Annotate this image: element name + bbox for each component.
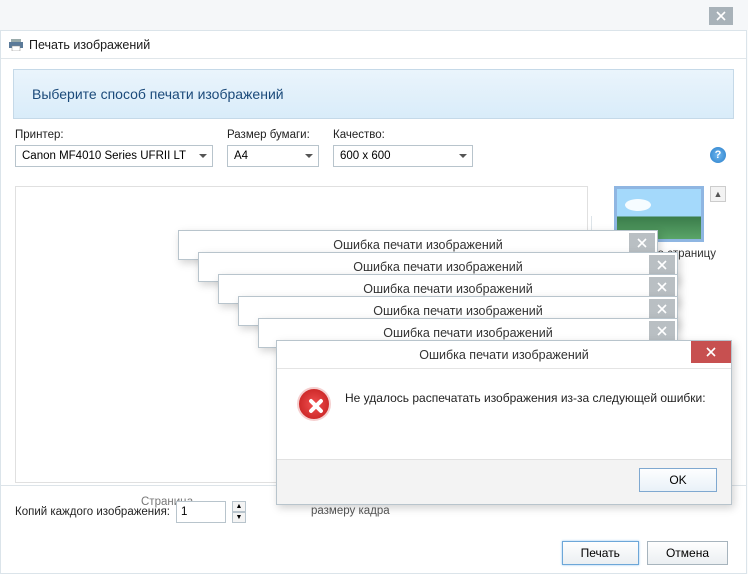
paper-label: Размер бумаги: (227, 129, 319, 141)
error-title: Ошибка печати изображений (383, 326, 553, 340)
close-icon[interactable] (649, 321, 675, 341)
cancel-button[interactable]: Отмена (647, 541, 728, 565)
window-title: Печать изображений (29, 38, 150, 52)
instruction-text: Выберите способ печати изображений (32, 86, 284, 102)
quality-label: Качество: (333, 129, 473, 141)
quality-select[interactable]: 600 x 600 (333, 145, 473, 167)
fit-label: размеру кадра (311, 505, 390, 517)
error-title: Ошибка печати изображений (333, 238, 503, 252)
error-dialog: Ошибка печати изображений Не удалось рас… (276, 340, 732, 505)
error-title: Ошибка печати изображений (373, 304, 543, 318)
print-options-row: Принтер: Canon MF4010 Series UFRII LT Ра… (1, 119, 746, 173)
copies-label: Копий каждого изображения: (15, 506, 170, 518)
print-button[interactable]: Печать (562, 541, 639, 565)
error-titlebar: Ошибка печати изображений (277, 341, 731, 369)
scroll-up-button[interactable]: ▲ (710, 186, 726, 202)
error-title: Ошибка печати изображений (363, 282, 533, 296)
copies-input[interactable] (176, 501, 226, 523)
error-message: Не удалось распечатать изображения из-за… (345, 387, 706, 405)
help-icon[interactable]: ? (710, 147, 726, 163)
window-titlebar: Печать изображений (1, 31, 746, 59)
printer-select[interactable]: Canon MF4010 Series UFRII LT (15, 145, 213, 167)
close-icon[interactable] (629, 233, 655, 253)
instruction-banner: Выберите способ печати изображений (13, 69, 734, 119)
error-title: Ошибка печати изображений (353, 260, 523, 274)
app-close-button[interactable] (709, 7, 733, 25)
copies-up-button[interactable]: ▲ (232, 501, 246, 512)
error-close-button[interactable] (691, 341, 731, 363)
error-title: Ошибка печати изображений (419, 348, 589, 362)
close-icon[interactable] (649, 277, 675, 297)
copies-down-button[interactable]: ▼ (232, 512, 246, 523)
paper-select[interactable]: A4 (227, 145, 319, 167)
close-icon[interactable] (649, 255, 675, 275)
close-icon[interactable] (649, 299, 675, 319)
copies-row: Копий каждого изображения: ▲ ▼ (15, 501, 246, 523)
printer-icon (9, 39, 23, 51)
error-icon (297, 387, 331, 421)
error-ok-button[interactable]: OK (639, 468, 717, 492)
printer-label: Принтер: (15, 129, 213, 141)
